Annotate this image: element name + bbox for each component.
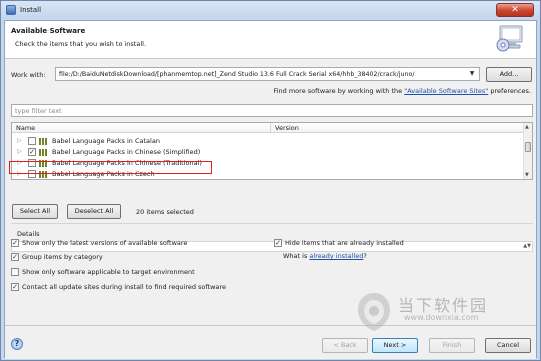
group-by-category-label: Group items by category xyxy=(22,253,103,261)
hide-installed-label: Hide items that are already installed xyxy=(285,239,404,247)
expand-arrow-icon[interactable]: ▷ xyxy=(17,148,22,155)
app-icon xyxy=(6,5,16,15)
page-description: Check the items that you wish to install… xyxy=(15,40,147,48)
what-is-suffix: ? xyxy=(363,252,367,260)
latest-versions-checkbox[interactable]: ✓ xyxy=(11,239,19,247)
select-all-button[interactable]: Select All xyxy=(12,204,58,219)
add-button[interactable]: Add... xyxy=(486,67,532,82)
work-with-value: file:/D:/BaiduNetdiskDownload/[phanmemto… xyxy=(59,71,415,78)
row-label: Babel Language Packs in Czech xyxy=(52,170,155,178)
package-icon xyxy=(39,160,49,167)
column-version[interactable]: Version xyxy=(270,123,299,133)
find-more-prefix: Find more software by working with the xyxy=(273,87,403,95)
package-icon xyxy=(39,138,49,145)
chevron-down-icon[interactable]: ▼ xyxy=(467,70,477,78)
tree-scrollbar[interactable]: ▲ ▼ xyxy=(523,123,532,179)
button-bar: ? < Back Next > Finish Cancel xyxy=(5,325,536,359)
hide-installed-checkbox[interactable]: ✓ xyxy=(274,239,282,247)
package-icon xyxy=(39,171,49,178)
find-more-text: Find more software by working with the "… xyxy=(273,87,531,95)
tree-row[interactable]: ▷ Babel Language Packs in Czech xyxy=(12,169,524,179)
details-label: Details xyxy=(17,230,40,238)
row-checkbox[interactable] xyxy=(28,170,36,178)
scroll-up-icon[interactable]: ▲ xyxy=(525,124,529,130)
header-panel: Available Software Check the items that … xyxy=(5,21,536,59)
page-title: Available Software xyxy=(11,27,86,35)
already-installed-link[interactable]: already installed xyxy=(309,252,363,260)
row-checkbox[interactable] xyxy=(28,159,36,167)
title-bar: Install ✕ xyxy=(1,1,540,20)
tree-row[interactable]: ▷ ✓ Babel Language Packs in Chinese (Sim… xyxy=(12,147,524,158)
filter-input[interactable]: type filter text xyxy=(11,104,533,117)
help-icon[interactable]: ? xyxy=(11,338,23,350)
applicable-only-label: Show only software applicable to target … xyxy=(22,268,195,276)
row-checkbox[interactable]: ✓ xyxy=(28,148,36,156)
contact-sites-label: Contact all update sites during install … xyxy=(22,283,226,291)
finish-button[interactable]: Finish xyxy=(429,338,475,353)
work-with-row: Work with: file:/D:/BaiduNetdiskDownload… xyxy=(5,67,536,83)
selection-count: 20 items selected xyxy=(136,208,194,216)
tree-row[interactable]: ▷ Babel Language Packs in Chinese (Tradi… xyxy=(12,158,524,169)
what-is-installed-text: What is already installed? xyxy=(283,252,367,260)
expand-arrow-icon[interactable]: ▷ xyxy=(17,159,22,166)
window-title: Install xyxy=(20,6,42,14)
tree-row[interactable]: ▷ Babel Language Packs in Catalan xyxy=(12,136,524,147)
contact-sites-checkbox[interactable]: ✓ xyxy=(11,283,19,291)
row-label: Babel Language Packs in Chinese (Simplif… xyxy=(52,148,201,156)
package-icon xyxy=(39,149,49,156)
install-wizard-icon xyxy=(496,25,523,52)
column-name[interactable]: Name xyxy=(16,124,35,132)
close-button[interactable]: ✕ xyxy=(496,3,534,17)
group-by-category-checkbox[interactable]: ✓ xyxy=(11,253,19,261)
row-checkbox[interactable] xyxy=(28,137,36,145)
next-button[interactable]: Next > xyxy=(372,338,418,353)
work-with-combo[interactable]: file:/D:/BaiduNetdiskDownload/[phanmemto… xyxy=(55,67,480,81)
available-sites-link[interactable]: "Available Software Sites" xyxy=(404,87,488,95)
software-tree: Name Version ▷ Babel Language Packs in C… xyxy=(11,122,533,180)
scroll-down-icon[interactable]: ▼ xyxy=(525,172,529,178)
find-more-suffix: preferences. xyxy=(490,87,531,95)
applicable-only-checkbox[interactable] xyxy=(11,268,19,276)
install-window: Install ✕ Available Software Check the i… xyxy=(0,0,541,361)
expand-arrow-icon[interactable]: ▷ xyxy=(17,170,22,177)
expand-arrow-icon[interactable]: ▷ xyxy=(17,137,22,144)
latest-versions-label: Show only the latest versions of availab… xyxy=(22,239,188,247)
tree-header: Name Version xyxy=(12,123,532,133)
work-with-label: Work with: xyxy=(11,71,46,79)
deselect-all-button[interactable]: Deselect All xyxy=(67,204,121,219)
what-is-prefix: What is xyxy=(283,252,308,260)
back-button[interactable]: < Back xyxy=(322,338,368,353)
cancel-button[interactable]: Cancel xyxy=(485,338,531,353)
scroll-thumb[interactable] xyxy=(525,142,531,152)
row-label: Babel Language Packs in Chinese (Traditi… xyxy=(52,159,202,167)
dialog-body: Available Software Check the items that … xyxy=(4,20,537,359)
row-label: Babel Language Packs in Catalan xyxy=(52,137,160,145)
details-scroll-icon[interactable]: ▲▼ xyxy=(523,243,531,249)
